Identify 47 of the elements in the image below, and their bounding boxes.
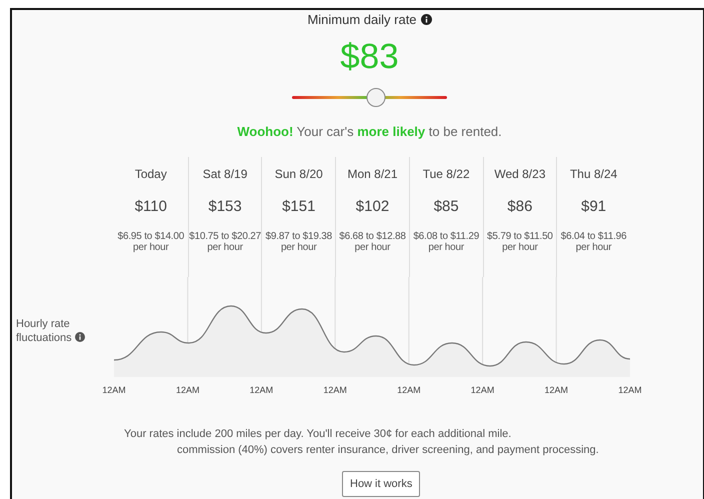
day-price: $151 bbox=[282, 198, 316, 215]
day-price: $102 bbox=[356, 198, 390, 215]
hourly-range: $9.87 to $19.38 bbox=[266, 231, 332, 242]
axis-label: 12AM bbox=[102, 385, 126, 395]
per-hour-label: per hour bbox=[576, 242, 612, 253]
hourly-range: $6.08 to $11.29 bbox=[413, 231, 480, 242]
axis-label: 12AM bbox=[250, 385, 274, 395]
day-label: Sat 8/19 bbox=[202, 167, 248, 181]
axis-label: 12AM bbox=[397, 385, 421, 395]
per-hour-label: per hour bbox=[133, 242, 169, 253]
rate-title: Minimum daily rate bbox=[307, 12, 417, 27]
per-hour-label: per hour bbox=[280, 242, 317, 253]
day-label: Mon 8/21 bbox=[347, 167, 398, 181]
mileage-note: Your rates include 200 miles per day. You'll receive 30¢ for each additional mile. bbox=[124, 427, 512, 442]
commission-note: commission (40%) covers renter insurance, driver screening, and payment processing. bbox=[176, 443, 600, 458]
per-hour-label: per hour bbox=[428, 242, 464, 253]
day-price: $86 bbox=[507, 198, 532, 215]
info-icon[interactable] bbox=[74, 332, 85, 342]
axis-label: 12AM bbox=[470, 385, 494, 395]
day-price: $110 bbox=[134, 198, 167, 215]
day-label: Wed 8/23 bbox=[494, 167, 546, 181]
day-price: $91 bbox=[581, 198, 606, 215]
how-it-works-button[interactable]: How it works bbox=[342, 471, 420, 497]
fluctuations-label: Hourly rate fluctuations bbox=[16, 318, 72, 344]
day-price: $85 bbox=[434, 198, 459, 215]
slider-thumb[interactable] bbox=[366, 88, 386, 107]
per-hour-label: per hour bbox=[502, 242, 538, 253]
hourly-range: $6.95 to $14.00 bbox=[118, 231, 184, 242]
hourly-range: $5.79 to $11.50 bbox=[487, 231, 553, 242]
axis-label: 12AM bbox=[323, 385, 347, 395]
info-icon[interactable] bbox=[420, 14, 432, 25]
day-label: Thu 8/24 bbox=[570, 167, 618, 181]
axis-label: 12AM bbox=[544, 385, 568, 395]
axis-label: 12AM bbox=[176, 385, 200, 395]
day-price: $153 bbox=[208, 198, 242, 215]
per-hour-label: per hour bbox=[207, 242, 243, 253]
day-label: Sun 8/20 bbox=[274, 167, 323, 181]
rate-slider[interactable] bbox=[292, 88, 447, 107]
day-label: Today bbox=[134, 167, 167, 181]
daily-rate-price: $83 bbox=[340, 37, 399, 77]
rental-message: Woohoo! Your car's more likely to be rented. bbox=[237, 124, 502, 139]
hourly-range: $6.04 to $11.96 bbox=[560, 231, 627, 242]
hourly-range: $6.68 to $12.88 bbox=[339, 231, 406, 242]
axis-label: 12AM bbox=[618, 385, 642, 395]
per-hour-label: per hour bbox=[354, 242, 390, 253]
hourly-range: $10.75 to $20.27 bbox=[189, 231, 261, 242]
day-label: Tue 8/22 bbox=[422, 167, 470, 181]
